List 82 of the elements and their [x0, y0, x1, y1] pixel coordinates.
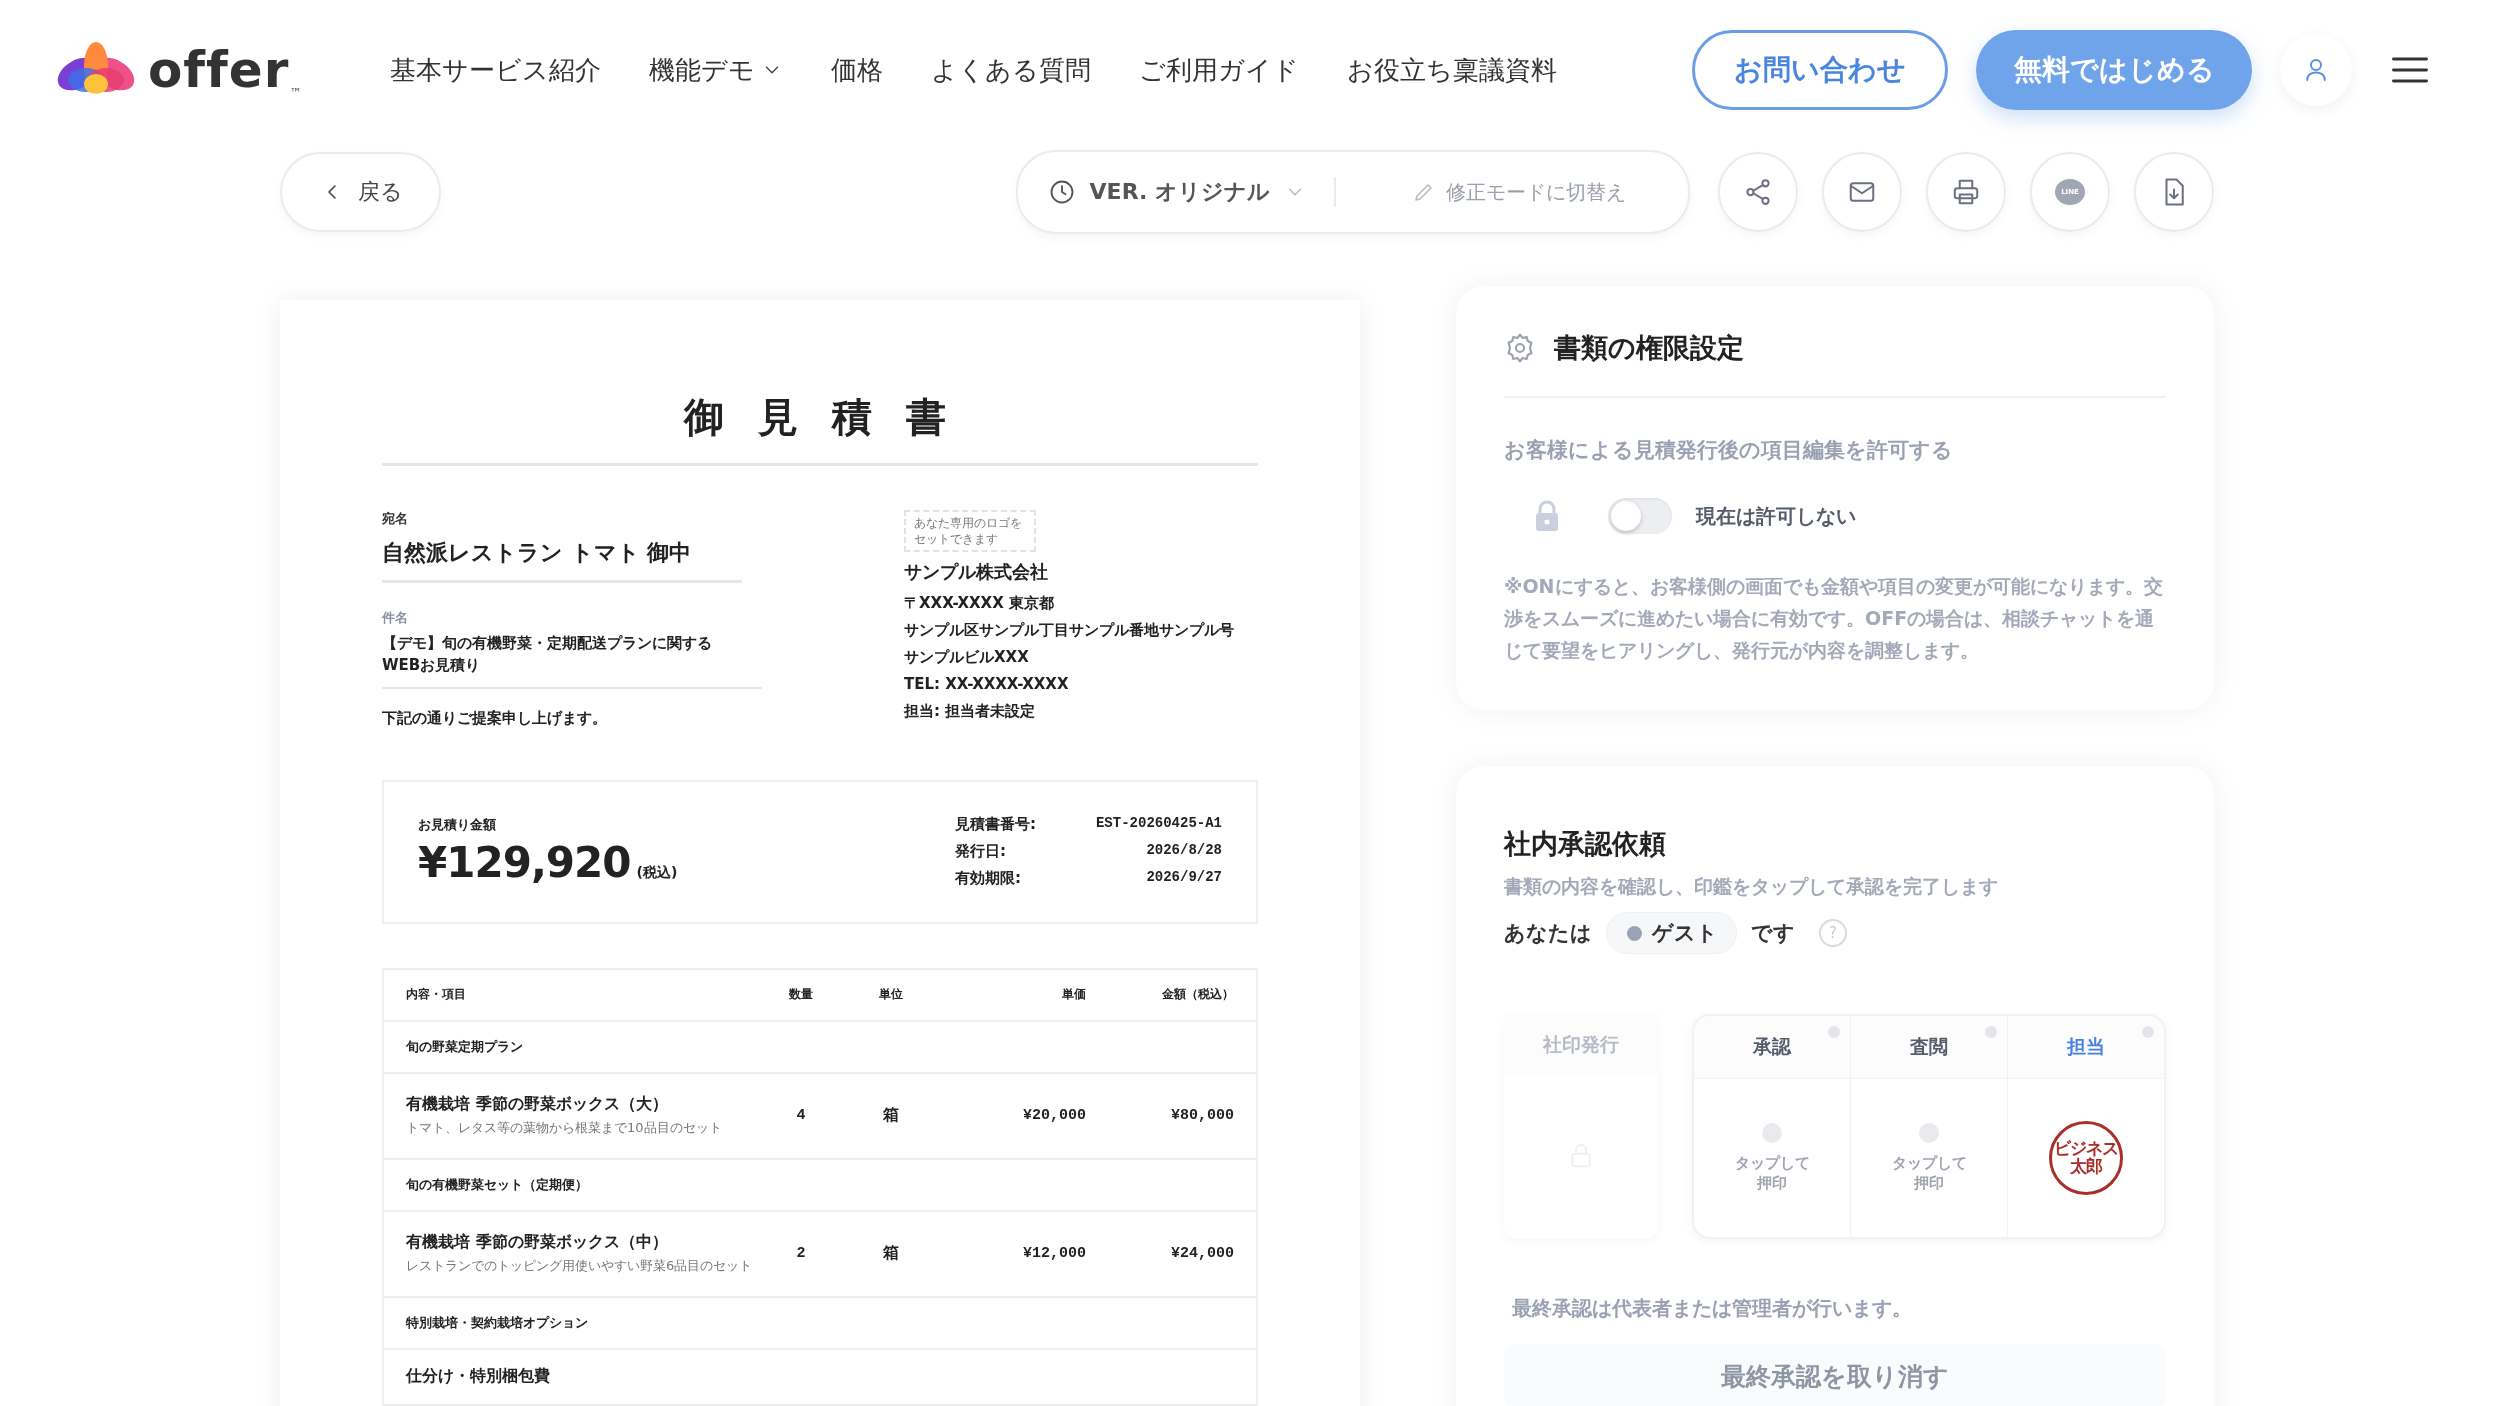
role-name: ゲスト	[1652, 920, 1718, 947]
table-cell-text: 2	[795, 1245, 807, 1262]
table-cell-text: 箱	[882, 1243, 900, 1264]
card-title: 社内承認依頼	[1504, 827, 1667, 861]
meta-label: 有効期限:	[954, 869, 1022, 888]
toggle-label: 現在は許可しない	[1696, 502, 1856, 530]
contact-button[interactable]: お問い合わせ	[1692, 30, 1948, 110]
stamp-label: 担当	[2067, 1034, 2105, 1059]
stamp-label: 承認	[1753, 1034, 1791, 1059]
table-cell-text: 4	[795, 1107, 807, 1124]
tap-hint: タップして押印	[1890, 1153, 1968, 1193]
issuer-detail: 〒XXX-XXXX 東京都	[904, 593, 1055, 615]
table-cell-text: 箱	[882, 1105, 900, 1126]
trademark-sign: ™	[289, 86, 302, 100]
back-button[interactable]: 戻る	[280, 152, 441, 232]
footnote-text: 最終承認は代表者または管理者が行います。	[1512, 1295, 1913, 1322]
logo-text: offer	[148, 45, 290, 95]
nav-link[interactable]: ご利用ガイド	[1139, 52, 1299, 88]
total-amount: ¥129,920	[418, 838, 631, 887]
status-dot	[1828, 1026, 1840, 1038]
table-cell-text: ¥24,000	[1170, 1245, 1235, 1262]
status-dot	[2142, 1026, 2154, 1038]
column-header: 単価	[1061, 986, 1086, 1003]
nav-link[interactable]: 価格	[831, 52, 883, 88]
table-cell-text: ¥20,000	[1022, 1107, 1086, 1124]
column-header: 単位	[878, 986, 904, 1003]
help-text: ※ONにすると、お客様側の画面でも金額や項目の変更が可能になります。交渉をスムーズに進めたい場合に有効です。OFFの場合は、相談チャットを通じて要望をヒアリングし、発行元が内容を調整します。	[1504, 574, 2164, 663]
field-label: 件名	[382, 609, 409, 627]
meta-value: 2026/8/28	[1145, 842, 1222, 860]
item-description: トマト、レタス等の葉物から根菜まで10品目のセット	[406, 1119, 723, 1137]
share-icon	[1743, 177, 1773, 207]
seal-stamp: ビジネス 太郎	[2049, 1121, 2123, 1195]
printer-icon	[1951, 177, 1981, 207]
table-cell-text: ¥12,000	[1022, 1245, 1086, 1262]
stamp-slot[interactable]: 査閲 タップして押印	[1851, 1016, 2008, 1237]
item-name: 有機栽培 季節の野菜ボックス（中）	[406, 1232, 669, 1253]
toggle-switch[interactable]	[1608, 498, 1672, 534]
group-title: 旬の野菜定期プラン	[405, 1037, 524, 1056]
logo-drop-zone[interactable]: あなた専用のロゴをセットできます	[904, 510, 1036, 553]
item-name: 仕分け・特別梱包費	[404, 1366, 551, 1387]
issuer-detail: TEL: XX-XXXX-XXXX	[904, 674, 1070, 696]
card-subtitle: 書類の内容を確認し、印鑑をタップして承認を完了します	[1504, 874, 1999, 899]
item-description: レストランでのトッピング用使いやすい野菜6品目のセット	[406, 1257, 754, 1275]
card-title: 書類の権限設定	[1554, 331, 1744, 365]
nav-link[interactable]: お役立ち稟議資料	[1347, 52, 1557, 88]
document-title: 御 見 積 書	[382, 390, 1258, 466]
column-header: 数量	[788, 986, 814, 1003]
field-label: 宛名	[382, 510, 409, 528]
stamp-label: 社印発行	[1504, 1014, 1658, 1076]
subject-text: 【デモ】旬の有機野菜・定期配送プランに関する WEBお見積り	[382, 627, 762, 689]
nav-link[interactable]: 機能デモ	[649, 52, 783, 88]
meta-label: 見積書番号:	[954, 815, 1036, 834]
group-title: 旬の有機野菜セット（定期便）	[405, 1175, 589, 1194]
issuer-detail: サンプルビルXXX	[904, 647, 1030, 669]
column-header: 金額（税込）	[1161, 986, 1235, 1003]
stamp-label: 査閲	[1910, 1034, 1948, 1059]
issuer-detail: サンプル区サンプル丁目サンプル番地サンプル号	[904, 620, 1235, 642]
placeholder-text: あなた専用のロゴをセットできます	[914, 515, 1023, 548]
meta-label: 発行日:	[954, 842, 1007, 861]
nav-link[interactable]: よくある質問	[931, 52, 1091, 88]
status-dot	[1985, 1026, 1997, 1038]
tap-hint: タップして押印	[1733, 1153, 1811, 1193]
table-cell-text: ¥80,000	[1170, 1107, 1235, 1124]
status-dot	[1627, 925, 1642, 941]
setting-label: お客様による見積発行後の項目編集を許可する	[1504, 437, 1954, 464]
tax-note: (税込)	[636, 864, 678, 882]
meta-value: 2026/9/27	[1145, 869, 1222, 887]
group-title: 特別栽培・契約栽培オプション	[405, 1313, 589, 1332]
recipient-name: 自然派レストラン トマト 御中	[382, 528, 742, 583]
item-name: 有機栽培 季節の野菜ボックス（大）	[406, 1094, 669, 1115]
stamp-slot[interactable]: 担当 ビジネス 太郎	[2008, 1016, 2164, 1237]
nav-link[interactable]: 基本サービス紹介	[390, 52, 601, 88]
version-dropdown[interactable]: VER. オリジナル	[1047, 177, 1336, 207]
issuer-detail: 担当: 担当者未設定	[904, 701, 1037, 723]
company-name: サンプル株式会社	[904, 560, 1049, 585]
role-suffix: です	[1751, 920, 1795, 947]
role-prefix: あなたは	[1504, 920, 1592, 947]
stamp-slot[interactable]: 承認 タップして押印	[1694, 1016, 1851, 1237]
total-label: お見積り金額	[418, 816, 497, 834]
meta-value: EST-20260425-A1	[1095, 815, 1222, 833]
intro-text: 下記の通りご提案申し上げます。	[382, 708, 608, 728]
column-header: 内容・項目	[405, 986, 467, 1003]
